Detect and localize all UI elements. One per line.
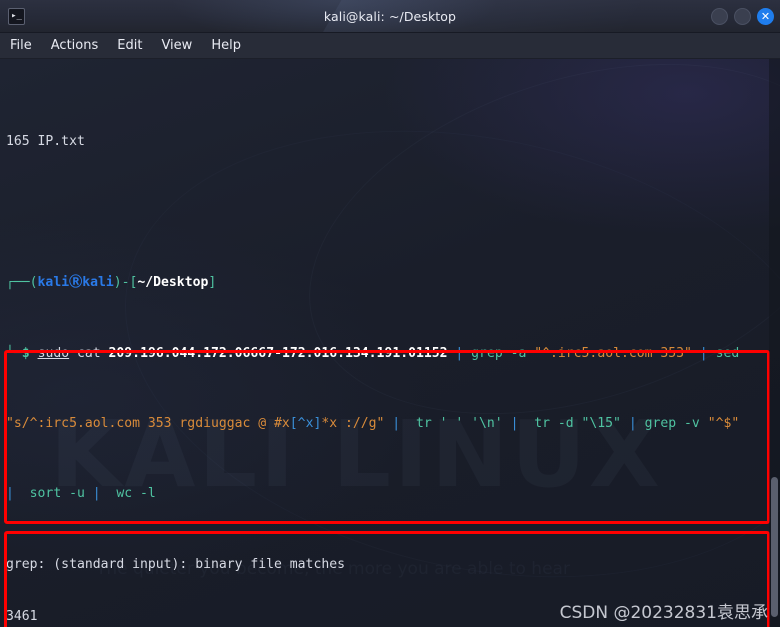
menu-bar: File Actions Edit View Help (0, 33, 780, 59)
cmd-cat: cat (69, 345, 109, 361)
cmd1-sed-expr-part1: "s/^:irc5.aol.com 353 rgdiuggac @ #x (6, 415, 290, 431)
minimize-button[interactable] (711, 7, 728, 25)
window-title: kali@kali: ~/Desktop (323, 8, 457, 24)
prompt-corner-top: ┌── (6, 275, 30, 291)
unique-ip-count: 3461 (6, 609, 38, 625)
cmd1-pipe-2: | (691, 345, 716, 361)
menu-item-file[interactable]: File (10, 38, 32, 53)
cmd-sudo: sudo (37, 345, 70, 361)
cmd1-pattern-2: "^$" (707, 415, 740, 431)
cmd1-pipe-6: | (6, 486, 22, 502)
title-bar: ▸_ kali@kali: ~/Desktop ✕ (0, 0, 780, 33)
output-line-1b: 3461 (6, 608, 780, 626)
prompt-sigil: $ (21, 345, 30, 361)
cmd1-sed: sed (715, 345, 740, 361)
prompt-paren-open: ( (29, 275, 38, 291)
prompt-line-1-top: ┌──(kaliⓇkali)-[~/Desktop] (6, 274, 780, 292)
grep-binary-warning: grep: (standard input): binary file matc… (6, 556, 345, 572)
prompt-path: ~/Desktop (137, 275, 209, 291)
terminal-body[interactable]: KALI LINUX The quieter you become, the m… (0, 59, 780, 627)
prompt-user: kali (37, 275, 70, 291)
close-button[interactable]: ✕ (757, 7, 774, 25)
cmd1-pipe-7: | (92, 486, 109, 502)
maximize-button[interactable] (734, 7, 751, 25)
cmd1-pattern-1: "^:irc5.aol.com 353" (534, 345, 692, 361)
prev-output-line: 165 IP.txt (6, 134, 85, 150)
cmd1-filename: 209.196.044.172.06667-172.016.134.191.01… (108, 345, 448, 361)
terminal-icon: ▸_ (8, 7, 25, 25)
scrollbar-thumb[interactable] (771, 477, 778, 617)
menu-item-help[interactable]: Help (211, 38, 241, 53)
command-line-1-wrap-b: | sort -u | wc -l (6, 485, 780, 503)
window-controls: ✕ (711, 0, 774, 32)
terminal-output: 165 IP.txt ┌──(kaliⓇkali)-[~/Desktop] └─… (0, 63, 780, 627)
prompt-corner-bottom: └─ (6, 345, 22, 361)
prompt-bracket-close: ] (208, 275, 217, 291)
menu-item-actions[interactable]: Actions (51, 38, 99, 53)
prompt-paren-close: )-[ (113, 275, 138, 291)
menu-item-view[interactable]: View (161, 38, 192, 53)
terminal-window: ▸_ kali@kali: ~/Desktop ✕ File Actions E… (0, 0, 780, 627)
cmd1-grep-2: grep -v (644, 415, 708, 431)
at-glyph-icon: Ⓡ (69, 275, 83, 291)
cmd1-wc: wc -l (108, 486, 156, 502)
cmd1-pipe-4: | (510, 415, 527, 431)
cmd1-pipe-1: | (447, 345, 472, 361)
terminal-scrollbar[interactable] (769, 59, 780, 627)
command-line-1: └─$ sudo cat 209.196.044.172.06667-172.0… (6, 345, 780, 363)
cmd1-sort: sort -u (21, 486, 93, 502)
cmd1-sed-expr-part2: *x ://g" (321, 415, 385, 431)
cmd1-tr-1: tr ' ' '\n' (408, 415, 511, 431)
cmd1-tr-2: tr -d "\15" (526, 415, 629, 431)
output-line-1a: grep: (standard input): binary file matc… (6, 556, 780, 574)
prompt-host: kali (82, 275, 114, 291)
cmd1-sed-bracket: [^x] (289, 415, 322, 431)
cmd1-pipe-5: | (628, 415, 645, 431)
menu-item-edit[interactable]: Edit (117, 38, 142, 53)
command-line-1-wrap-a: "s/^:irc5.aol.com 353 rgdiuggac @ #x[^x]… (6, 415, 780, 433)
terminal-line: 165 IP.txt (6, 133, 780, 151)
cmd1-grep: grep -a (471, 345, 535, 361)
cmd1-pipe-3: | (384, 415, 409, 431)
